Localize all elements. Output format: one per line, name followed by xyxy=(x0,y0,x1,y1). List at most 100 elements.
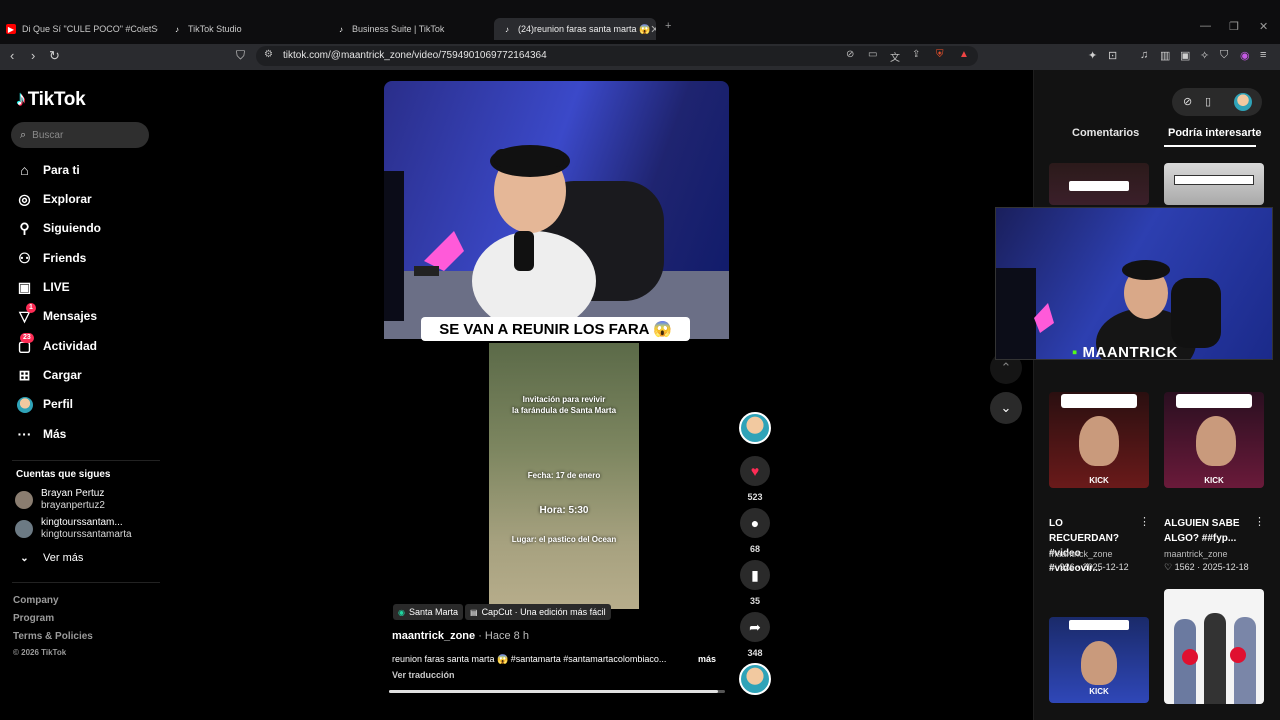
share-count: 348 xyxy=(747,648,763,658)
video-thumbnail[interactable]: KICK xyxy=(1164,392,1264,488)
sidebar-divider xyxy=(12,460,160,461)
sound-avatar[interactable] xyxy=(739,663,771,695)
heart-outline-icon: ♡ xyxy=(1049,562,1058,572)
browser-tab-3[interactable]: ♪ Business Suite | TikTok xyxy=(336,18,486,40)
tab-podria-interesarte[interactable]: Podría interesarte xyxy=(1168,127,1262,139)
tiktok-favicon-icon: ♪ xyxy=(339,24,343,34)
nav-mensajes[interactable]: ▽ 1 Mensajes xyxy=(16,302,97,326)
back-icon[interactable]: ‹ xyxy=(10,48,14,63)
nav-friends[interactable]: ⚇ Friends xyxy=(16,248,86,268)
active-tab-indicator xyxy=(1164,145,1256,147)
video-thumbnail[interactable]: KICK xyxy=(1049,617,1149,703)
sidebar-toggle-icon[interactable]: ▥ xyxy=(1160,49,1170,62)
site-info-icon[interactable]: ⚙ xyxy=(264,49,273,60)
video-thumbnail[interactable] xyxy=(1164,589,1264,704)
mini-player[interactable] xyxy=(995,207,1273,360)
profile-avatar xyxy=(16,395,33,413)
url-text[interactable]: tiktok.com/@maantrick_zone/video/7594901… xyxy=(283,50,547,61)
avatar[interactable] xyxy=(1234,93,1252,111)
nav-live[interactable]: ▣ LIVE xyxy=(16,277,70,297)
kick-logo-icon: ▪ xyxy=(1072,344,1078,361)
video-thumbnail[interactable] xyxy=(1049,163,1149,205)
more-options-icon[interactable]: ⋮ xyxy=(1139,515,1150,528)
leo-icon[interactable]: ✧ xyxy=(1200,49,1209,62)
minimize-icon[interactable]: — xyxy=(1200,20,1211,32)
screenshot-icon[interactable]: ⊡ xyxy=(1108,49,1117,62)
footer-company-link[interactable]: Company xyxy=(13,595,59,606)
bookmark-icon[interactable]: ⛉ xyxy=(236,48,245,63)
browser-tab-2[interactable]: ♪ TikTok Studio xyxy=(172,18,322,40)
like-button[interactable]: ♥ xyxy=(740,456,770,486)
next-video-button[interactable]: ⌄ xyxy=(990,392,1022,424)
nav-para-ti[interactable]: ⌂ Para ti xyxy=(16,160,79,180)
nav-perfil[interactable]: Perfil xyxy=(16,394,73,414)
comment-button[interactable]: ● xyxy=(740,508,770,538)
cast-icon[interactable]: ▭ xyxy=(868,49,877,60)
wallet-icon[interactable]: ▣ xyxy=(1180,49,1190,62)
comment-icon: ● xyxy=(750,515,760,531)
messages-icon: ▽ 1 xyxy=(16,302,36,325)
friends-icon: ⚇ xyxy=(18,249,31,266)
more-icon: ··· xyxy=(17,426,32,442)
music-icon[interactable]: ♫ xyxy=(1140,49,1148,61)
brave-rewards-icon[interactable]: ▲ xyxy=(959,49,969,60)
mini-player-brand: ▪ MAANTRICK xyxy=(1072,344,1178,361)
following-account-1[interactable]: Brayan Pertuz brayanpertuz2 xyxy=(15,488,105,512)
reload-icon[interactable]: ↻ xyxy=(49,48,60,64)
location-icon: ◉ xyxy=(398,607,405,617)
more-options-icon[interactable]: ⋮ xyxy=(1254,515,1265,528)
share-button[interactable]: ➦ xyxy=(740,612,770,642)
save-count: 35 xyxy=(749,596,760,606)
extensions-icon[interactable]: ✦ xyxy=(1088,49,1097,62)
share-icon[interactable]: ⇪ xyxy=(912,49,920,60)
search-icon: ⌕ xyxy=(20,128,27,141)
video-author[interactable]: maantrick_zone · Hace 8 h xyxy=(392,630,529,642)
chevron-down-icon: ⌄ xyxy=(1000,400,1012,415)
new-tab-button[interactable]: + xyxy=(665,20,671,32)
nav-mas[interactable]: ··· Más xyxy=(16,424,67,444)
no-tracking-icon[interactable]: ⊘ xyxy=(846,49,854,60)
translate-link[interactable]: Ver traducción xyxy=(392,670,455,680)
profile-menu-icon[interactable]: ◉ xyxy=(1240,49,1250,62)
video-thumbnail[interactable] xyxy=(1164,163,1264,205)
see-more-button[interactable]: ⌄ Ver más xyxy=(16,548,83,568)
footer-program-link[interactable]: Program xyxy=(13,613,54,624)
nav-actividad[interactable]: ▢ 23 Actividad xyxy=(16,332,97,356)
forward-icon[interactable]: › xyxy=(31,48,35,63)
translate-icon[interactable]: 文 xyxy=(890,49,900,64)
location-chip[interactable]: ◉ Santa Marta xyxy=(393,604,464,620)
footer-terms-link[interactable]: Terms & Policies xyxy=(13,631,93,642)
more-link[interactable]: más xyxy=(698,654,716,664)
video-user[interactable]: maantrick_zone xyxy=(1164,549,1228,559)
video-meta: ♡ 1562 · 2025-12-18 xyxy=(1164,562,1249,572)
creator-avatar[interactable] xyxy=(739,412,771,444)
tiktok-favicon-icon: ♪ xyxy=(175,24,179,34)
search-input[interactable]: ⌕ Buscar xyxy=(11,122,149,148)
video-meta: ♡ 926 · 2025-12-12 xyxy=(1049,562,1129,572)
vpn-icon[interactable]: ⛉ xyxy=(1220,49,1228,62)
nav-cargar[interactable]: ⊞ Cargar xyxy=(16,365,82,385)
browser-tab-1[interactable]: ▶ Di Que Sí "CULE POCO" #ColetSound xyxy=(6,18,158,40)
browser-tab-active[interactable]: ♪ (24)reunion faras santa marta 😱 ✕ xyxy=(494,18,656,40)
nav-explorar[interactable]: ◎ Explorar xyxy=(16,189,91,209)
activity-badge: 23 xyxy=(20,332,34,343)
menu-icon[interactable]: ≡ xyxy=(1260,49,1266,61)
chevron-down-icon: ⌄ xyxy=(20,552,29,564)
compass-icon[interactable]: ⊘ xyxy=(1183,95,1192,108)
close-tab-icon[interactable]: ✕ xyxy=(650,23,656,36)
tiktok-logo[interactable]: ♪ TikTok xyxy=(16,88,86,111)
brave-shield-icon[interactable]: ⛨ xyxy=(936,49,944,60)
following-account-2[interactable]: kingtourssantam... kingtourssantamarta xyxy=(15,517,132,541)
close-window-icon[interactable]: ✕ xyxy=(1259,20,1268,33)
save-button[interactable]: ▮ xyxy=(740,560,770,590)
video-thumbnail[interactable]: KICK xyxy=(1049,392,1149,488)
video-user[interactable]: maantrick_zone xyxy=(1049,549,1113,559)
restore-icon[interactable]: ❐ xyxy=(1229,20,1239,33)
phone-icon[interactable]: ▯ xyxy=(1205,95,1211,108)
nav-siguiendo[interactable]: ⚲ Siguiendo xyxy=(16,218,101,238)
capcut-chip[interactable]: ▤ CapCut · Una edición más fácil xyxy=(465,604,611,620)
tab-comentarios[interactable]: Comentarios xyxy=(1072,127,1139,139)
video-progress-bar[interactable] xyxy=(389,690,725,693)
share-arrow-icon: ➦ xyxy=(749,618,761,635)
video-title[interactable]: ALGUIEN SABE ALGO? ##fyp... xyxy=(1164,516,1250,546)
